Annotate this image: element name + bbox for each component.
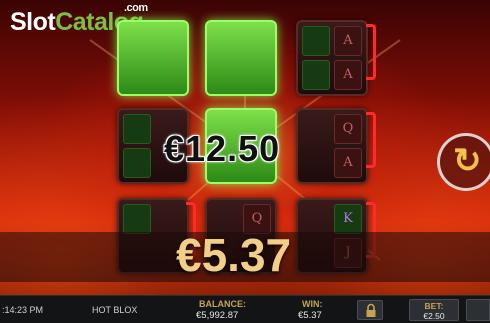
balance-label: BALANCE: [199,299,246,309]
bet-value: €2.50 [423,311,445,321]
reel-block-r1c3: A A [296,20,368,96]
symbol-k: K [334,204,362,234]
logo-slot: Slot [10,8,56,36]
symbol-clover [123,204,151,234]
win-bracket [366,112,376,168]
reel-block-r2c3: Q A [296,108,368,184]
win-bracket [366,24,376,80]
symbol-q: Q [334,114,362,144]
game-scene: SlotCatalog .com A A Q A Q K J €12.50 €5… [0,0,490,295]
lock-icon [366,303,376,317]
game-name: HOT BLOX [92,305,138,315]
win-label: WIN: [302,299,323,309]
logo-com: .com [124,2,148,14]
reel-block-r1c2 [205,20,277,96]
spin-button[interactable]: ↻ [437,133,490,191]
lock-button[interactable] [357,300,383,320]
reel-block-r1c1 [117,20,189,96]
win-value: €5.37 [298,310,322,321]
symbol-clover [302,60,330,90]
symbol-clover [302,26,330,56]
win-amount: €5.37 [176,229,292,281]
clock-time: :14:23 PM [2,305,44,315]
bet-increase-button[interactable] [466,299,490,321]
symbol-a: A [334,60,362,90]
balance-value: €5,992.87 [196,310,239,321]
symbol-a: A [334,26,362,56]
bet-label: BET: [424,301,444,311]
refresh-icon: ↻ [453,142,482,180]
symbol-clover [123,114,151,144]
symbol-clover [123,148,151,178]
big-win-amount: €12.50 [164,128,281,169]
symbol-a: A [334,148,362,178]
bet-selector[interactable]: BET: €2.50 [409,299,459,321]
